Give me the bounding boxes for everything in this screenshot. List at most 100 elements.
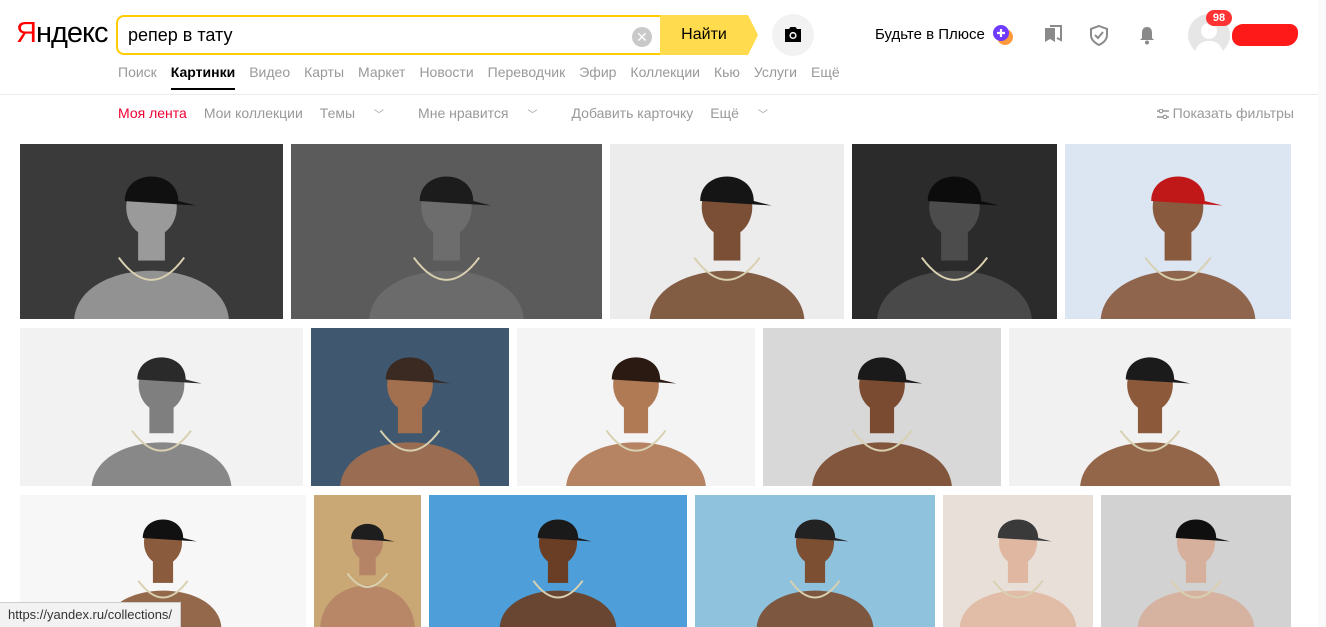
figure-torso xyxy=(1100,270,1256,319)
figure-cap xyxy=(124,176,197,206)
figure-torso xyxy=(320,585,415,627)
subnav-themes[interactable]: Темы ﹀ xyxy=(320,105,401,121)
image-thumbnail xyxy=(1080,357,1220,486)
image-tile[interactable] xyxy=(1101,495,1291,627)
image-tile[interactable] xyxy=(852,144,1057,319)
chevron-down-icon: ﹀ xyxy=(757,110,768,121)
collections-subnav: Моя лента Мои коллекции Темы ﹀ Мне нравит… xyxy=(118,105,802,121)
subnav-themes-label: Темы xyxy=(319,105,356,121)
image-tile[interactable] xyxy=(610,144,844,319)
image-thumbnail xyxy=(320,523,415,627)
subnav-my-collections[interactable]: Мои коллекции xyxy=(204,105,303,121)
figure-torso xyxy=(74,270,229,319)
figure-torso xyxy=(756,590,874,627)
image-tile[interactable] xyxy=(943,495,1093,627)
image-tile[interactable] xyxy=(20,328,303,486)
subnav-likes[interactable]: Мне нравится ﹀ xyxy=(418,105,554,121)
image-thumbnail xyxy=(369,176,524,319)
figure-cap xyxy=(419,176,492,206)
image-tile[interactable] xyxy=(1065,144,1291,319)
service-uslugi[interactable]: Услуги xyxy=(754,64,797,80)
plus-icon[interactable] xyxy=(992,24,1014,46)
search-bar: ✕ Найти xyxy=(116,15,758,55)
figure-cap xyxy=(927,176,1000,206)
figure-torso xyxy=(1080,442,1220,486)
service-maps[interactable]: Карты xyxy=(304,64,344,80)
image-thumbnail xyxy=(566,357,706,486)
service-search[interactable]: Поиск xyxy=(118,64,157,80)
figure-chain xyxy=(346,572,389,589)
figure-torso xyxy=(959,590,1077,627)
image-tile[interactable] xyxy=(314,495,421,627)
search-box[interactable]: ✕ xyxy=(116,15,660,55)
service-collections[interactable]: Коллекции xyxy=(630,64,700,80)
figure-cap xyxy=(794,519,849,542)
user-name-redacted[interactable] xyxy=(1232,24,1298,46)
search-input[interactable] xyxy=(128,25,608,46)
figure-cap xyxy=(611,357,677,384)
image-tile[interactable] xyxy=(311,328,509,486)
subnav-add-card[interactable]: Добавить карточку xyxy=(572,105,694,121)
status-bar-url: https://yandex.ru/collections/ xyxy=(0,602,182,627)
figure-torso xyxy=(340,442,480,486)
figure-torso xyxy=(649,270,805,319)
service-market[interactable]: Маркет xyxy=(358,64,405,80)
image-tile[interactable] xyxy=(20,144,283,319)
subnav-my-feed[interactable]: Моя лента xyxy=(118,105,187,121)
image-tile[interactable] xyxy=(517,328,755,486)
notifications-badge: 98 xyxy=(1206,10,1232,26)
service-translator[interactable]: Переводчик xyxy=(488,64,566,80)
image-tile[interactable] xyxy=(695,495,935,627)
image-thumbnail xyxy=(74,176,229,319)
camera-icon xyxy=(785,27,801,42)
image-thumbnail xyxy=(959,519,1077,627)
service-efir[interactable]: Эфир xyxy=(579,64,616,80)
image-thumbnail xyxy=(1100,176,1256,319)
figure-torso xyxy=(369,270,524,319)
bell-icon[interactable] xyxy=(1136,24,1158,46)
image-thumbnail xyxy=(877,176,1032,319)
image-thumbnail xyxy=(812,357,952,486)
image-tile[interactable] xyxy=(429,495,687,627)
service-video[interactable]: Видео xyxy=(249,64,290,80)
chevron-down-icon: ﹀ xyxy=(527,110,538,121)
figure-torso xyxy=(499,590,617,627)
service-images[interactable]: Картинки xyxy=(170,64,236,90)
figure-torso xyxy=(566,442,706,486)
clear-search-icon[interactable]: ✕ xyxy=(632,27,652,47)
figure-cap xyxy=(997,519,1052,542)
service-q[interactable]: Кью xyxy=(714,64,740,80)
figure-torso xyxy=(1137,590,1255,627)
figure-torso xyxy=(812,442,952,486)
subnav-likes-label: Мне нравится xyxy=(418,105,509,121)
image-thumbnail xyxy=(649,176,805,319)
subnav-more[interactable]: Ещё ﹀ xyxy=(710,105,785,121)
service-news[interactable]: Новости xyxy=(419,64,473,80)
camera-search-button[interactable] xyxy=(772,14,814,56)
logo-first-letter: Я xyxy=(16,17,37,49)
figure-torso xyxy=(877,270,1032,319)
logo-rest: ндекс xyxy=(35,17,109,49)
image-tile[interactable] xyxy=(1009,328,1291,486)
header-divider xyxy=(0,94,1318,95)
collections-icon[interactable] xyxy=(1042,24,1064,46)
image-tile[interactable] xyxy=(291,144,602,319)
image-tile[interactable] xyxy=(763,328,1001,486)
subnav-more-label: Ещё xyxy=(710,105,739,121)
image-thumbnail xyxy=(499,519,617,627)
yandex-logo[interactable]: Яндекс xyxy=(16,16,109,50)
search-button[interactable]: Найти xyxy=(660,15,758,55)
plus-link[interactable]: Будьте в Плюсе xyxy=(875,26,985,43)
figure-cap xyxy=(385,357,451,384)
figure-cap xyxy=(137,357,202,384)
filters-icon xyxy=(1156,108,1169,120)
image-thumbnail xyxy=(756,519,874,627)
shield-icon[interactable] xyxy=(1088,24,1110,46)
chevron-down-icon: ﹀ xyxy=(374,110,385,121)
figure-cap xyxy=(700,176,772,206)
scrollbar[interactable] xyxy=(1318,0,1326,627)
image-thumbnail xyxy=(1137,519,1255,627)
service-more[interactable]: Ещё xyxy=(811,64,840,80)
show-filters-button[interactable]: Показать фильтры xyxy=(1156,105,1294,121)
image-thumbnail xyxy=(340,357,480,486)
